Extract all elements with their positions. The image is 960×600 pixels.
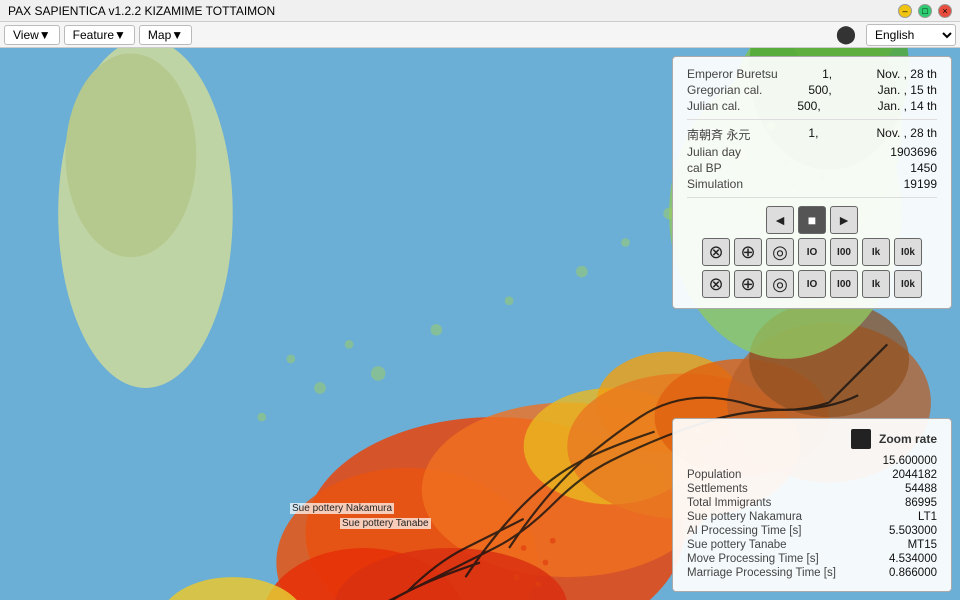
settlements-value: 54488 — [905, 483, 937, 495]
nav-center-button[interactable]: ■ — [798, 206, 826, 234]
ctrl-row-2: ⊗ ⊕ ◎ IO I00 Ik I0k — [702, 270, 922, 298]
controls-area: ◄ ■ ► ⊗ ⊕ ◎ IO I00 Ik I0k ⊗ ⊕ ◎ IO I00 I… — [687, 206, 937, 298]
simulation-row: Simulation 19199 — [687, 177, 937, 191]
ctrl-i0k-btn-2[interactable]: I0k — [894, 270, 922, 298]
stats-panel: Zoom rate 15.600000 Population 2044182 S… — [672, 418, 952, 592]
ai-processing-label: AI Processing Time [s] — [687, 525, 801, 537]
nanchosei-col2: Nov. , 28 th — [877, 126, 937, 143]
sue-nakamura-row: Sue pottery Nakamura LT1 — [687, 511, 937, 523]
cal-bp-row: cal BP 1450 — [687, 161, 937, 175]
sue-tanabe-label: Sue pottery Tanabe — [687, 539, 787, 551]
ctrl-row-1: ⊗ ⊕ ◎ IO I00 Ik I0k — [702, 238, 922, 266]
zoom-rate-label: Zoom rate — [879, 432, 937, 446]
titlebar: PAX SAPIENTICA v1.2.2 KIZAMIME TOTTAIMON… — [0, 0, 960, 22]
move-processing-label: Move Processing Time [s] — [687, 553, 819, 565]
ctrl-i00-btn-2[interactable]: I00 — [830, 270, 858, 298]
nanchosei-label: 南朝斉 永元 — [687, 126, 750, 143]
julian-cal-col1: 500, — [797, 99, 820, 113]
settlements-row: Settlements 54488 — [687, 483, 937, 495]
settlements-label: Settlements — [687, 483, 748, 495]
julian-cal-row: Julian cal. 500, Jan. , 14 th — [687, 99, 937, 113]
gregorian-col2: Jan. , 15 th — [878, 83, 937, 97]
sue-nakamura-label: Sue pottery Nakamura — [687, 511, 802, 523]
julian-day-row: Julian day 1903696 — [687, 145, 937, 159]
marriage-processing-label: Marriage Processing Time [s] — [687, 567, 836, 579]
github-icon[interactable]: ⬤ — [836, 24, 856, 45]
nav-row: ◄ ■ ► — [766, 206, 858, 234]
population-row: Population 2044182 — [687, 469, 937, 481]
window-controls: – □ × — [898, 4, 952, 18]
ctrl-target-btn-2[interactable]: ◎ — [766, 270, 794, 298]
ctrl-target-btn-1[interactable]: ◎ — [766, 238, 794, 266]
gregorian-label: Gregorian cal. — [687, 83, 762, 97]
info-panel: Emperor Buretsu 1, Nov. , 28 th Gregoria… — [672, 56, 952, 309]
population-label: Population — [687, 469, 741, 481]
julian-cal-label: Julian cal. — [687, 99, 740, 113]
map-area[interactable]: Sue pottery Nakamura Sue pottery Tanabe … — [0, 48, 960, 600]
minimize-button[interactable]: – — [898, 4, 912, 18]
titlebar-title: PAX SAPIENTICA v1.2.2 KIZAMIME TOTTAIMON — [8, 4, 275, 18]
ctrl-io-btn-2[interactable]: IO — [798, 270, 826, 298]
feature-menu[interactable]: Feature▼ — [64, 25, 135, 45]
immigrants-label: Total Immigrants — [687, 497, 771, 509]
ctrl-i00-btn-1[interactable]: I00 — [830, 238, 858, 266]
nanchosei-col1: 1, — [808, 126, 818, 143]
ctrl-io-btn-1[interactable]: IO — [798, 238, 826, 266]
language-select[interactable]: English 日本語 — [866, 24, 956, 46]
julian-cal-col2: Jan. , 14 th — [878, 99, 937, 113]
zoom-rate-value: 15.600000 — [883, 455, 937, 467]
cal-bp-label: cal BP — [687, 161, 722, 175]
ctrl-ik-btn-2[interactable]: Ik — [862, 270, 890, 298]
julian-day-value: 1903696 — [890, 145, 937, 159]
nav-left-button[interactable]: ◄ — [766, 206, 794, 234]
sue-tanabe-value: MT15 — [908, 539, 937, 551]
move-processing-value: 4.534000 — [889, 553, 937, 565]
emperor-buretsu-row: Emperor Buretsu 1, Nov. , 28 th — [687, 67, 937, 81]
sue-pottery-tanabe-label: Sue pottery Tanabe — [340, 518, 431, 529]
immigrants-row: Total Immigrants 86995 — [687, 497, 937, 509]
zoom-rate-row: 15.600000 — [687, 455, 937, 467]
simulation-value: 19199 — [904, 177, 937, 191]
ctrl-ik-btn-1[interactable]: Ik — [862, 238, 890, 266]
menubar: View▼ Feature▼ Map▼ ⬤ English 日本語 — [0, 22, 960, 48]
julian-day-label: Julian day — [687, 145, 741, 159]
ctrl-i0k-btn-1[interactable]: I0k — [894, 238, 922, 266]
map-menu[interactable]: Map▼ — [139, 25, 192, 45]
ai-processing-value: 5.503000 — [889, 525, 937, 537]
gregorian-row: Gregorian cal. 500, Jan. , 15 th — [687, 83, 937, 97]
marriage-processing-value: 0.866000 — [889, 567, 937, 579]
nanchosei-row: 南朝斉 永元 1, Nov. , 28 th — [687, 126, 937, 143]
immigrants-value: 86995 — [905, 497, 937, 509]
gregorian-col1: 500, — [808, 83, 831, 97]
sue-pottery-nakamura-label: Sue pottery Nakamura — [290, 503, 394, 514]
move-processing-row: Move Processing Time [s] 4.534000 — [687, 553, 937, 565]
maximize-button[interactable]: □ — [918, 4, 932, 18]
ctrl-x-btn-1[interactable]: ⊗ — [702, 238, 730, 266]
marriage-processing-row: Marriage Processing Time [s] 0.866000 — [687, 567, 937, 579]
sue-nakamura-value: LT1 — [918, 511, 937, 523]
ai-processing-row: AI Processing Time [s] 5.503000 — [687, 525, 937, 537]
ctrl-x-btn-2[interactable]: ⊗ — [702, 270, 730, 298]
nav-right-button[interactable]: ► — [830, 206, 858, 234]
stats-header: Zoom rate — [687, 429, 937, 449]
simulation-label: Simulation — [687, 177, 743, 191]
view-menu[interactable]: View▼ — [4, 25, 60, 45]
black-square-icon — [851, 429, 871, 449]
cal-bp-value: 1450 — [910, 161, 937, 175]
emperor-col2: Nov. , 28 th — [877, 67, 937, 81]
close-button[interactable]: × — [938, 4, 952, 18]
sue-tanabe-row: Sue pottery Tanabe MT15 — [687, 539, 937, 551]
population-value: 2044182 — [892, 469, 937, 481]
emperor-label: Emperor Buretsu — [687, 67, 778, 81]
ctrl-plus-btn-1[interactable]: ⊕ — [734, 238, 762, 266]
emperor-col1: 1, — [822, 67, 832, 81]
ctrl-plus-btn-2[interactable]: ⊕ — [734, 270, 762, 298]
